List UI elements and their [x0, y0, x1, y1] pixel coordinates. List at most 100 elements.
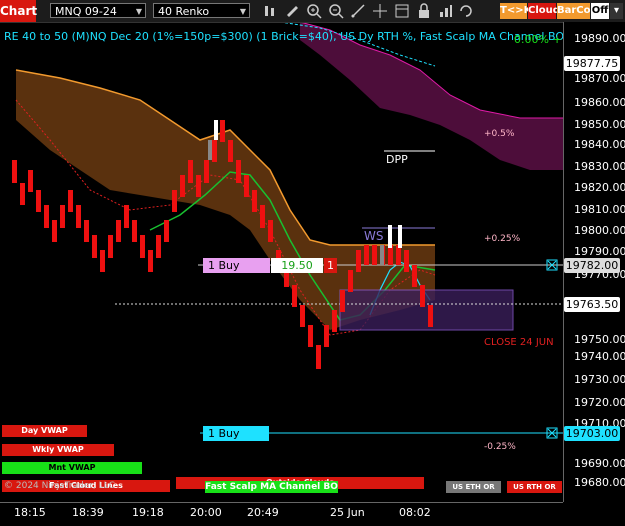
renko-brick [76, 205, 81, 228]
renko-brick [348, 270, 353, 292]
time-tick-label: 20:49 [247, 506, 279, 519]
price-tick-label: 19750.00 [574, 333, 625, 346]
day-vwap-button[interactable]: Day VWAP [2, 425, 87, 437]
bar-style-icon[interactable] [262, 3, 278, 19]
instrument-label: MNQ 09-24 [55, 5, 117, 18]
renko-brick [324, 325, 329, 347]
price-tick-label: 19870.00 [574, 72, 625, 85]
renko-brick [292, 285, 297, 307]
renko-brick [124, 205, 129, 228]
rollover-icon[interactable] [458, 3, 474, 19]
lock-icon[interactable] [416, 3, 432, 19]
renko-brick [116, 220, 121, 242]
time-tick-label: 19:18 [132, 506, 164, 519]
time-tick-label: 18:15 [14, 506, 46, 519]
renko-brick [180, 175, 185, 197]
renko-brick [20, 183, 25, 205]
renko-brick [100, 250, 105, 272]
buy-slm-label[interactable]: 1 Buy SLM [203, 258, 270, 287]
price-tick-label: 19820.00 [574, 181, 625, 194]
instrument-selector[interactable]: MNQ 09-24 ▼ [50, 3, 146, 18]
cloud-toggle-button[interactable]: Cloud [528, 3, 560, 19]
time-tick-label: 20:00 [190, 506, 222, 519]
data-box-icon[interactable] [394, 3, 410, 19]
price-tick-label: 19800.00 [574, 224, 625, 237]
price-tag-last: 19763.50 [564, 297, 620, 312]
price-tick-label: 19720.00 [574, 396, 625, 409]
time-tick-label: 08:02 [399, 506, 431, 519]
renko-brick [220, 120, 225, 142]
price-tag-top: 19877.75 [564, 56, 620, 71]
dpp-label: DPP [386, 153, 408, 166]
pct-pos-025: +0.25% [484, 234, 521, 244]
renko-brick [108, 235, 113, 258]
marker-brick [214, 120, 218, 140]
chevron-down-icon: ▼ [239, 7, 246, 16]
time-tick-label: 18:39 [72, 506, 104, 519]
time-tick-label: 25 Jun [330, 506, 365, 519]
indicator-title: RE 40 to 50 (M)NQ Dec 20 (1%=150p=$300) … [4, 30, 564, 43]
renko-brick [372, 245, 377, 265]
renko-brick [204, 160, 209, 183]
renko-brick [164, 220, 169, 242]
renko-brick [340, 290, 345, 312]
us-eth-or-button[interactable]: US ETH OR [446, 481, 501, 493]
price-tick-label: 19840.00 [574, 138, 625, 151]
chart-trader-icon[interactable] [438, 3, 454, 19]
range-box [339, 289, 514, 331]
renko-brick [188, 160, 193, 183]
renko-brick [228, 140, 233, 162]
buy-slm-qty[interactable]: 1 [324, 258, 337, 273]
renko-brick [52, 220, 57, 242]
price-tick-label: 19810.00 [574, 203, 625, 216]
renko-brick [196, 175, 201, 197]
renko-brick [300, 305, 305, 327]
renko-brick [236, 160, 241, 183]
renko-brick [36, 190, 41, 212]
zoom-in-icon[interactable] [306, 3, 322, 19]
buy-lmt-label[interactable]: 1 Buy LMT [203, 426, 269, 455]
renko-brick [60, 205, 65, 228]
mnt-vwap-button[interactable]: Mnt VWAP [2, 462, 142, 474]
properties-icon[interactable] [284, 3, 300, 19]
renko-brick [140, 235, 145, 258]
chevron-down-icon: ▾ [613, 5, 620, 16]
renko-brick [28, 170, 33, 192]
crosshair-icon[interactable] [372, 3, 388, 19]
price-tick-label: 19730.00 [574, 373, 625, 386]
renko-brick [356, 250, 361, 272]
renko-brick [308, 325, 313, 347]
wkly-vwap-button[interactable]: Wkly VWAP [2, 444, 114, 456]
chart-toolbar: Chart MNQ 09-24 ▼ 40 Renko ▼ T<>K Cloud … [0, 0, 625, 23]
off-dropdown[interactable]: ▾ [610, 3, 623, 19]
us-rth-or-button[interactable]: US RTH OR [507, 481, 562, 493]
zoom-out-icon[interactable] [328, 3, 344, 19]
tk-toggle-button[interactable]: T<>K [500, 3, 531, 19]
renko-brick [156, 235, 161, 258]
renko-brick [412, 265, 417, 287]
pct-neg-025: -0.25% [484, 442, 516, 452]
renko-brick [212, 140, 217, 162]
buy-slm-price[interactable]: 19.50 [271, 258, 323, 273]
chart-tab[interactable]: Chart [0, 0, 37, 22]
price-tick-label: 19890.00 [574, 32, 625, 45]
drawing-tools-icon[interactable] [350, 3, 366, 19]
renko-brick [364, 245, 369, 265]
price-tick-label: 19790.00 [574, 245, 625, 258]
price-tick-label: 19740.00 [574, 350, 625, 363]
renko-brick [404, 250, 409, 272]
off-button[interactable]: Off [591, 3, 609, 19]
period-selector[interactable]: 40 Renko ▼ [153, 3, 250, 18]
renko-brick [132, 220, 137, 242]
barcol-toggle-button[interactable]: BarCol [557, 3, 594, 19]
price-tick-label: 19860.00 [574, 96, 625, 109]
marker-brick [380, 245, 384, 265]
renko-brick [92, 235, 97, 258]
price-tag-buy: 19703.00 [564, 426, 620, 441]
renko-brick [252, 190, 257, 212]
fast-scalp-button[interactable]: Fast Scalp MA Channel BO [205, 481, 338, 493]
copyright-text: © 2024 NinjaTrader, LLC [4, 481, 115, 491]
period-label: 40 Renko [158, 5, 210, 18]
renko-brick [12, 160, 17, 183]
renko-brick [268, 220, 273, 242]
